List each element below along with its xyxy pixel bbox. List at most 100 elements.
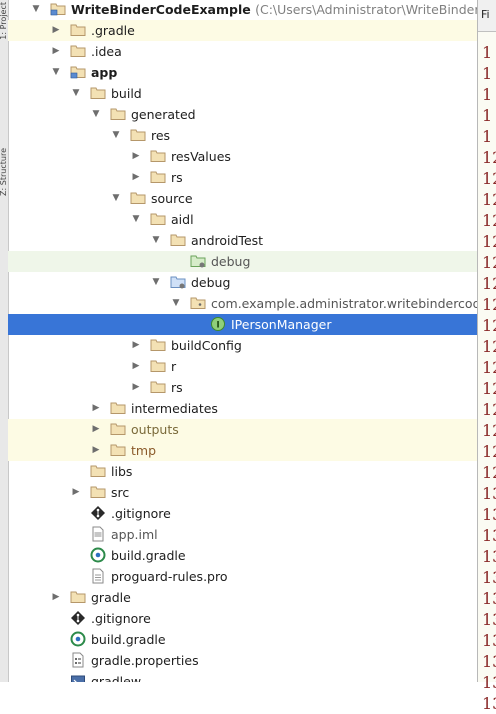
tree-row[interactable]: ▶ .idea xyxy=(8,41,477,62)
tree-row[interactable]: build.gradle xyxy=(8,545,477,566)
svg-text:I: I xyxy=(216,321,219,331)
tree-item-label: intermediates xyxy=(131,398,218,419)
collapse-arrow-icon[interactable]: ▼ xyxy=(130,209,142,230)
tree-row[interactable]: ▼ debug xyxy=(8,272,477,293)
line-number: 13 xyxy=(482,505,496,524)
expand-arrow-icon[interactable]: ▶ xyxy=(130,146,142,167)
expand-arrow-icon[interactable]: ▶ xyxy=(130,167,142,188)
tree-row[interactable]: ▶ buildConfig xyxy=(8,335,477,356)
tree-item-label: androidTest xyxy=(191,230,263,251)
folder-icon xyxy=(150,337,166,353)
tree-row[interactable]: I IPersonManager xyxy=(8,314,477,335)
line-number: 1 xyxy=(482,43,493,62)
collapse-arrow-icon[interactable]: ▼ xyxy=(110,125,122,146)
tree-item-label: .gitignore xyxy=(91,608,151,629)
tree-row[interactable]: ▶ rs xyxy=(8,167,477,188)
tree-row[interactable]: ▼ source xyxy=(8,188,477,209)
folder-icon xyxy=(150,358,166,374)
line-number: 13 xyxy=(482,547,496,566)
tree-row[interactable]: libs xyxy=(8,461,477,482)
tree-item-label: .gitignore xyxy=(111,503,171,524)
collapse-arrow-icon[interactable]: ▼ xyxy=(30,0,42,20)
tree-row[interactable]: build.gradle xyxy=(8,629,477,650)
folder-icon xyxy=(110,400,126,416)
expand-arrow-icon[interactable]: ▶ xyxy=(130,356,142,377)
expand-arrow-icon[interactable]: ▶ xyxy=(50,587,62,608)
line-number: 12 xyxy=(482,253,496,272)
tree-row[interactable]: .gitignore xyxy=(8,503,477,524)
collapse-arrow-icon[interactable]: ▼ xyxy=(170,293,182,314)
expand-arrow-icon[interactable]: ▶ xyxy=(50,41,62,62)
line-number: 13 xyxy=(482,652,496,671)
tree-row[interactable]: ▶ r xyxy=(8,356,477,377)
tree-item-name: .gitignore xyxy=(111,506,171,521)
structure-tool-tab[interactable]: Z: Structure xyxy=(0,148,8,196)
tree-item-name: source xyxy=(151,191,193,206)
tree-item-name: IPersonManager xyxy=(231,317,332,332)
collapse-arrow-icon[interactable]: ▼ xyxy=(90,104,102,125)
expand-arrow-icon[interactable]: ▶ xyxy=(130,377,142,398)
tree-item-name: rs xyxy=(171,170,183,185)
tree-item-label: .idea xyxy=(91,41,122,62)
collapse-arrow-icon[interactable]: ▼ xyxy=(70,83,82,104)
tree-row[interactable]: ▶ intermediates xyxy=(8,398,477,419)
tree-item-label: source xyxy=(151,188,193,209)
project-tool-tab[interactable]: 1: Project xyxy=(0,2,8,40)
tree-row[interactable]: ▶ gradle xyxy=(8,587,477,608)
tree-item-name: app.iml xyxy=(111,527,158,542)
gradle-icon xyxy=(90,547,106,563)
expand-arrow-icon[interactable]: ▶ xyxy=(90,440,102,461)
tree-row[interactable]: debug xyxy=(8,251,477,272)
tree-row[interactable]: ▼ WriteBinderCodeExample (C:\Users\Admini… xyxy=(8,0,477,20)
expand-arrow-icon[interactable]: ▶ xyxy=(90,419,102,440)
tree-row[interactable]: ▶ resValues xyxy=(8,146,477,167)
tree-row[interactable]: ▶ rs xyxy=(8,377,477,398)
tree-row[interactable]: ▼ aidl xyxy=(8,209,477,230)
tree-row[interactable]: ▼ com.example.administrator.writebinderco… xyxy=(8,293,477,314)
tree-row[interactable]: ▶ outputs xyxy=(8,419,477,440)
tree-item-name: r xyxy=(171,359,177,374)
line-number: 13 xyxy=(482,568,496,587)
tree-item-label: res xyxy=(151,125,170,146)
tree-row[interactable]: ▼ res xyxy=(8,125,477,146)
line-number: 12 xyxy=(482,295,496,314)
expand-arrow-icon[interactable]: ▶ xyxy=(130,335,142,356)
tree-row[interactable]: .gitignore xyxy=(8,608,477,629)
line-number: 12 xyxy=(482,211,496,230)
folder-icon xyxy=(150,169,166,185)
expand-arrow-icon[interactable]: ▶ xyxy=(50,20,62,41)
tree-item-name: gradle xyxy=(91,590,131,605)
tree-item-name: com.example.administrator.writebindercod… xyxy=(211,296,477,311)
module-folder-icon xyxy=(50,1,66,17)
expand-arrow-icon[interactable]: ▶ xyxy=(70,482,82,503)
collapse-arrow-icon[interactable]: ▼ xyxy=(50,62,62,83)
tree-row[interactable]: proguard-rules.pro xyxy=(8,566,477,587)
line-number: 12 xyxy=(482,400,496,419)
tree-row[interactable]: ▼ androidTest xyxy=(8,230,477,251)
folder-icon xyxy=(70,589,86,605)
tree-row[interactable]: ▶ tmp xyxy=(8,440,477,461)
collapse-arrow-icon[interactable]: ▼ xyxy=(150,230,162,251)
tree-item-name: gradlew xyxy=(91,674,142,682)
tree-row[interactable]: ▶ src xyxy=(8,482,477,503)
tree-item-label: com.example.administrator.writebindercod… xyxy=(211,293,477,314)
tree-row[interactable]: gradle.properties xyxy=(8,650,477,671)
tree-row[interactable]: ▼ app xyxy=(8,62,477,83)
folder-icon xyxy=(70,22,86,38)
tree-row[interactable]: ▼ build xyxy=(8,83,477,104)
iml-file-icon xyxy=(90,526,106,542)
collapse-arrow-icon[interactable]: ▼ xyxy=(110,188,122,209)
line-number: 12 xyxy=(482,379,496,398)
expand-arrow-icon[interactable]: ▶ xyxy=(90,398,102,419)
properties-file-icon xyxy=(70,652,86,668)
collapse-arrow-icon[interactable]: ▼ xyxy=(150,272,162,293)
tree-row[interactable]: app.iml xyxy=(8,524,477,545)
tree-item-name: rs xyxy=(171,380,183,395)
text-file-icon xyxy=(90,568,106,584)
tree-row[interactable]: ▼ generated xyxy=(8,104,477,125)
tree-row[interactable]: ▶ .gradle xyxy=(8,20,477,41)
editor-gutter: Fi 1 1 1 1 1 12 12 12 12 12 12 12 12 12 12 12 12 12 12 12 12… xyxy=(477,0,496,713)
tree-item-label: debug xyxy=(191,272,230,293)
editor-file-tab[interactable]: Fi xyxy=(478,0,496,32)
tree-row[interactable]: gradlew xyxy=(8,671,477,682)
